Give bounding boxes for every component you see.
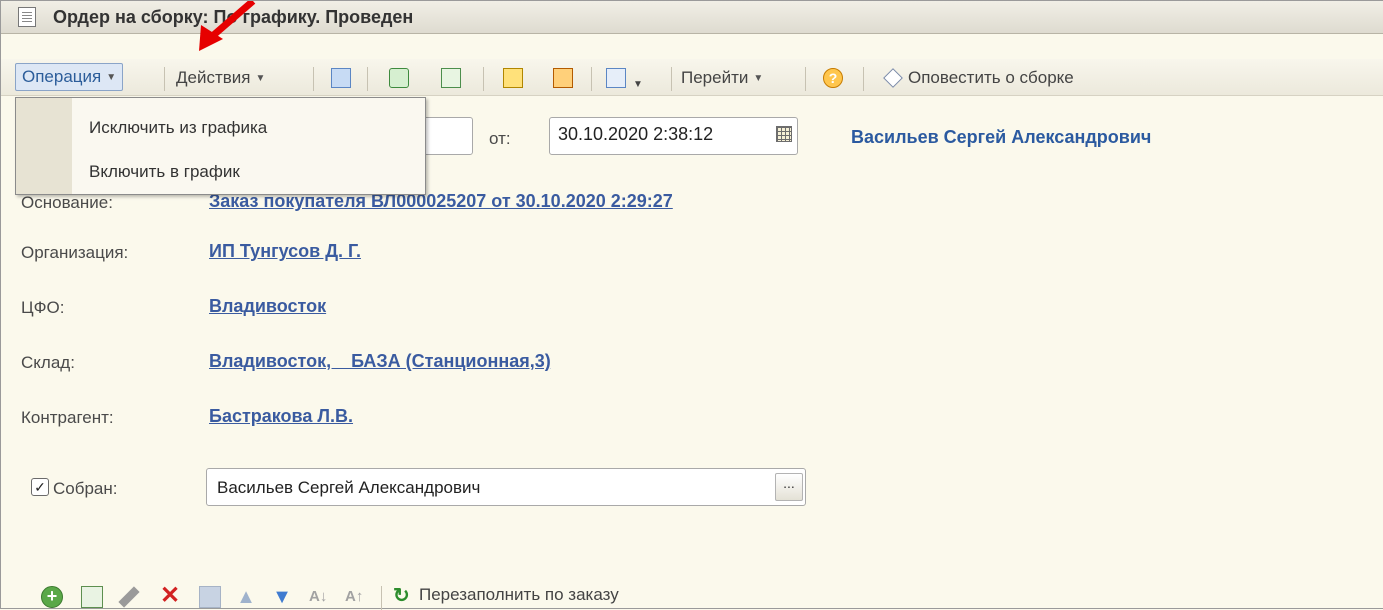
end-edit-icon xyxy=(199,586,221,608)
delete-row-icon[interactable]: ✕ xyxy=(159,584,181,608)
add-row-icon[interactable]: + xyxy=(41,586,63,608)
actions-menu-button[interactable]: Действия ▼ xyxy=(176,67,265,89)
menu-item-include-in-schedule[interactable]: Включить в график xyxy=(89,162,240,182)
toolbar-separator xyxy=(483,67,484,91)
notify-assembly-button[interactable]: Оповестить о сборке xyxy=(908,67,1074,89)
counterparty-label: Контрагент: xyxy=(21,408,114,427)
menu-gutter xyxy=(16,98,72,194)
chevron-down-icon: ▼ xyxy=(255,72,266,84)
sort-descending-icon: A↑ xyxy=(345,588,364,605)
date-label: от: xyxy=(489,129,511,148)
refill-icon: ↻ xyxy=(393,585,410,607)
copy-document-icon[interactable] xyxy=(441,68,461,88)
toolbar-separator xyxy=(313,67,314,91)
chevron-down-icon[interactable]: ▼ xyxy=(633,73,643,95)
refresh-icon[interactable] xyxy=(389,68,409,88)
chevron-down-icon: ▼ xyxy=(106,71,117,83)
load-from-file-icon[interactable] xyxy=(503,68,523,88)
edit-row-icon[interactable] xyxy=(118,586,140,608)
move-up-icon: ▲ xyxy=(236,586,256,608)
responsible-person: Васильев Сергей Александрович xyxy=(851,127,1152,147)
document-icon xyxy=(18,7,36,27)
document-date-value: 30.10.2020 2:38:12 xyxy=(558,124,714,144)
calendar-icon[interactable] xyxy=(776,126,792,142)
warehouse-link[interactable]: Владивосток, БАЗА (Станционная,3) xyxy=(209,351,551,372)
toolbar-separator xyxy=(863,67,864,91)
red-arrow-annotation xyxy=(199,1,256,51)
document-window: Ордер на сборку: По графику. Проведен Оп… xyxy=(0,0,1383,610)
toolbar-separator xyxy=(671,67,672,91)
goto-menu-button[interactable]: Перейти ▼ xyxy=(681,67,763,89)
operation-menu-button[interactable]: Операция ▼ xyxy=(15,63,124,91)
document-date-field[interactable]: 30.10.2020 2:38:12 xyxy=(549,117,798,155)
move-down-icon[interactable]: ▼ xyxy=(271,586,293,608)
toolbar-separator xyxy=(381,586,382,610)
menu-item-exclude-from-schedule[interactable]: Исключить из графика xyxy=(89,118,267,138)
table-toolbar: + ✕ ▲ ▼ A↓ A↑ xyxy=(1,576,1383,610)
notify-assembly-label: Оповестить о сборке xyxy=(908,68,1074,87)
organization-link[interactable]: ИП Тунгусов Д. Г. xyxy=(209,241,361,262)
toolbar-separator xyxy=(164,67,165,91)
collected-checkbox[interactable]: ✓ xyxy=(31,478,49,496)
operation-menu-label: Операция xyxy=(22,67,102,86)
toolbar-separator xyxy=(591,67,592,91)
main-toolbar: Операция ▼ Действия ▼ ▼ Перейти ▼ ? Опов… xyxy=(1,59,1383,96)
document-number-field[interactable] xyxy=(421,117,473,155)
help-icon[interactable]: ? xyxy=(823,68,843,88)
cfo-link[interactable]: Владивосток xyxy=(209,296,326,317)
warehouse-label: Склад: xyxy=(21,353,75,372)
chevron-down-icon: ▼ xyxy=(753,72,764,84)
collector-value: Васильев Сергей Александрович xyxy=(217,478,481,497)
actions-menu-label: Действия xyxy=(176,68,251,87)
refill-by-order-button[interactable]: Перезаполнить по заказу xyxy=(419,585,619,605)
organization-label: Организация: xyxy=(21,243,129,262)
sort-ascending-icon: A↓ xyxy=(309,588,328,605)
select-collector-button[interactable]: ... xyxy=(775,473,803,501)
notify-icon xyxy=(883,68,903,88)
unload-to-file-icon[interactable] xyxy=(553,68,573,88)
cfo-label: ЦФО: xyxy=(21,298,65,317)
counterparty-link[interactable]: Бастракова Л.В. xyxy=(209,406,353,427)
basis-label: Основание: xyxy=(21,193,113,212)
collector-field[interactable]: Васильев Сергей Александрович xyxy=(206,468,806,506)
toolbar-separator xyxy=(805,67,806,91)
create-based-on-icon[interactable] xyxy=(606,68,626,88)
operation-dropdown-menu: Исключить из графика Включить в график xyxy=(15,97,426,195)
copy-row-icon[interactable] xyxy=(81,586,103,608)
arrow-shaft xyxy=(206,1,256,42)
goto-menu-label: Перейти xyxy=(681,68,749,87)
collected-label: Собран: xyxy=(53,479,118,498)
post-document-icon[interactable] xyxy=(331,68,351,88)
toolbar-separator xyxy=(367,67,368,91)
